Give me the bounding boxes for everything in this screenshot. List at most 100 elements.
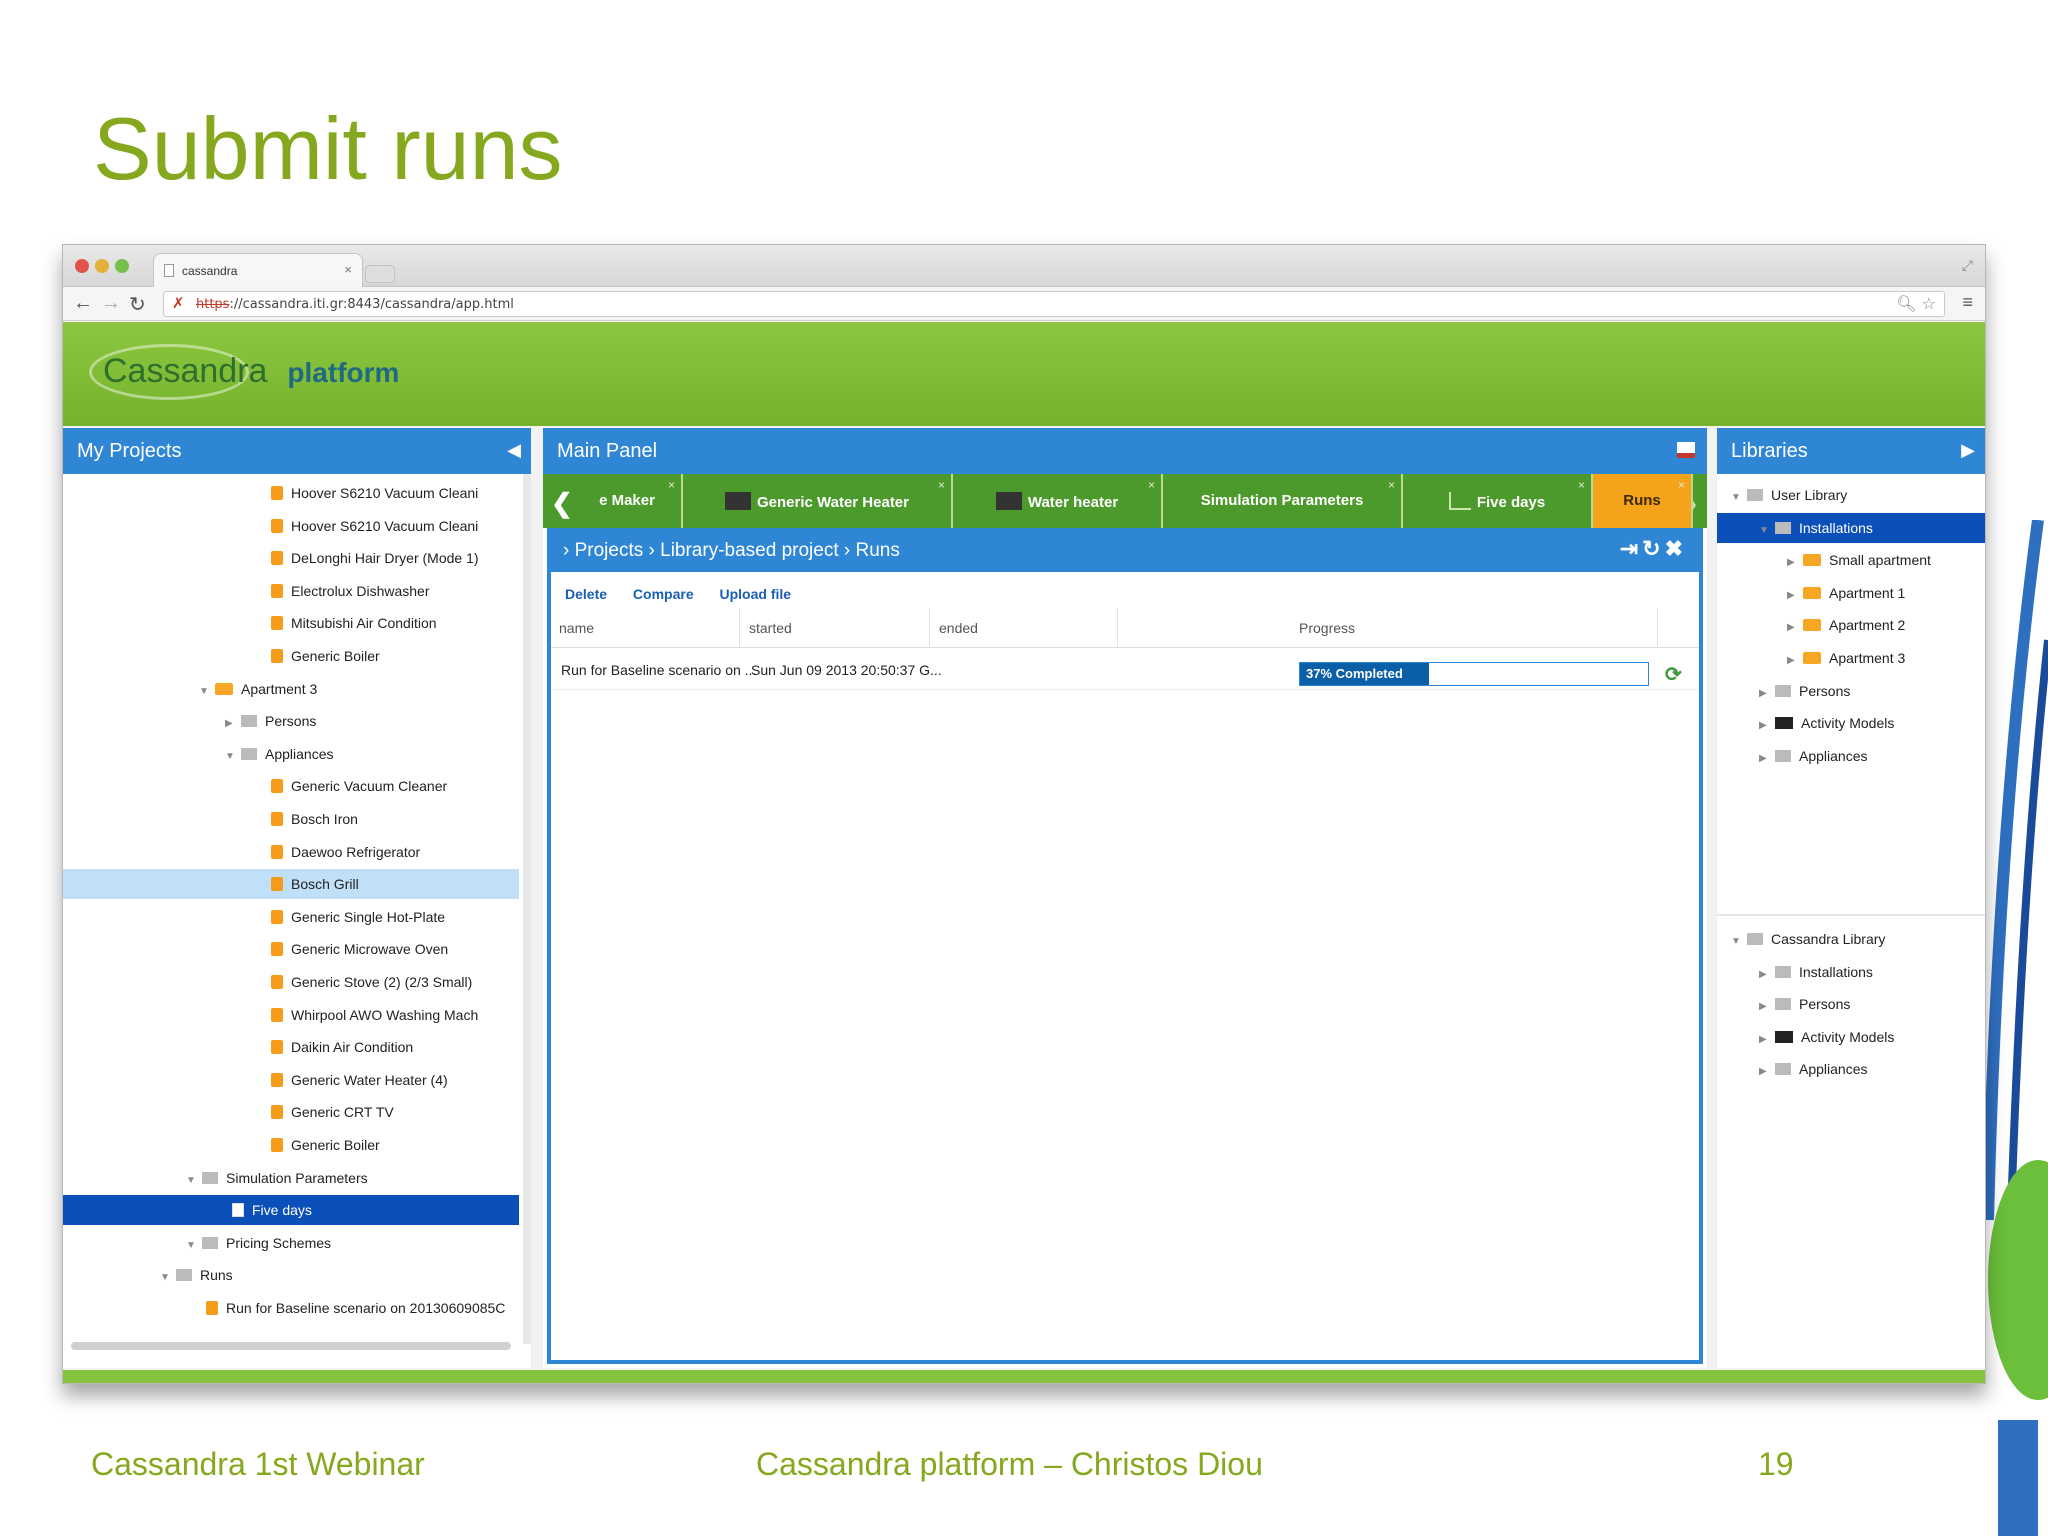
flag-icon[interactable] <box>1677 442 1695 458</box>
tree-item[interactable]: Generic Boiler <box>63 1130 519 1160</box>
column-header-progress[interactable]: Progress <box>1299 620 1355 636</box>
new-tab-button[interactable] <box>365 265 395 283</box>
close-tab-icon[interactable]: × <box>1578 478 1585 492</box>
column-header-ended[interactable]: ended <box>939 620 978 636</box>
tree-item[interactable]: ▼ Simulation Parameters <box>63 1163 519 1193</box>
reload-icon[interactable]: ↻ <box>129 292 146 317</box>
main-tab[interactable]: Water heater × <box>953 474 1163 528</box>
expanded-arrow-icon[interactable]: ▼ <box>186 1240 202 1251</box>
back-icon[interactable]: ← <box>73 292 93 315</box>
collapsed-arrow-icon[interactable]: ▶ <box>225 718 241 729</box>
compare-button[interactable]: Compare <box>633 586 694 602</box>
tree-item[interactable]: DeLonghi Hair Dryer (Mode 1) <box>63 543 519 573</box>
library-item[interactable]: ▶ Persons <box>1717 676 1985 706</box>
tree-item[interactable]: Generic Stove (2) (2/3 Small) <box>63 967 519 997</box>
expanded-arrow-icon[interactable]: ▼ <box>1759 525 1775 536</box>
minimize-window-button[interactable] <box>95 259 109 273</box>
forward-icon[interactable]: → <box>101 292 121 315</box>
main-tab[interactable]: Simulation Parameters × <box>1163 474 1403 528</box>
collapse-right-icon[interactable]: ▶ <box>1961 440 1975 461</box>
tree-item[interactable]: Generic Vacuum Cleaner <box>63 771 519 801</box>
tree-item[interactable]: Whirpool AWO Washing Mach <box>63 1000 519 1030</box>
tree-item[interactable]: Mitsubishi Air Condition <box>63 608 519 638</box>
collapsed-arrow-icon[interactable]: ▶ <box>1759 969 1775 980</box>
column-header-started[interactable]: started <box>749 620 792 636</box>
collapsed-arrow-icon[interactable]: ▶ <box>1787 590 1803 601</box>
tabs-scroll-left-icon[interactable]: ❮ <box>551 488 573 519</box>
collapsed-arrow-icon[interactable]: ▶ <box>1759 720 1775 731</box>
close-tab-icon[interactable]: × <box>938 478 945 492</box>
library-item[interactable]: ▶ Activity Models <box>1717 708 1985 738</box>
tree-item[interactable]: ▼ Appliances <box>63 739 519 769</box>
library-item[interactable]: ▶ Apartment 1 <box>1717 578 1985 608</box>
table-row[interactable]: Run for Baseline scenario on ... Sun Jun… <box>551 650 1699 690</box>
close-panel-icon[interactable]: ✖ <box>1665 536 1687 561</box>
column-header-name[interactable]: name <box>559 620 594 636</box>
upload-file-button[interactable]: Upload file <box>720 586 792 602</box>
refresh-run-icon[interactable]: ⟳ <box>1665 662 1682 687</box>
tree-item[interactable]: Generic Microwave Oven <box>63 934 519 964</box>
tree-item[interactable]: Generic CRT TV <box>63 1097 519 1127</box>
main-tab[interactable]: Runs × <box>1593 474 1693 528</box>
collapsed-arrow-icon[interactable]: ▶ <box>1759 1001 1775 1012</box>
library-item[interactable]: ▶ Appliances <box>1717 741 1985 771</box>
expanded-arrow-icon[interactable]: ▼ <box>225 751 241 762</box>
main-tab[interactable]: Five days × <box>1403 474 1593 528</box>
maximize-window-button[interactable] <box>115 259 129 273</box>
tree-item[interactable]: Hoover S6210 Vacuum Cleani <box>63 511 519 541</box>
delete-button[interactable]: Delete <box>565 586 607 602</box>
tree-item[interactable]: Bosch Grill <box>63 869 519 900</box>
browser-tab[interactable]: cassandra × <box>153 253 363 287</box>
library-item[interactable]: ▶ Appliances <box>1717 1054 1985 1084</box>
expanded-arrow-icon[interactable]: ▼ <box>1731 936 1747 947</box>
pin-icon[interactable]: ⇥ <box>1620 536 1642 561</box>
close-tab-icon[interactable]: × <box>1388 478 1395 492</box>
browser-menu-icon[interactable]: ≡ <box>1962 292 1973 313</box>
expanded-arrow-icon[interactable]: ▼ <box>1731 492 1747 503</box>
library-item[interactable]: ▼ Cassandra Library <box>1717 924 1985 954</box>
expanded-arrow-icon[interactable]: ▼ <box>186 1175 202 1186</box>
collapsed-arrow-icon[interactable]: ▶ <box>1759 753 1775 764</box>
tree-item[interactable]: Electrolux Dishwasher <box>63 576 519 606</box>
collapsed-arrow-icon[interactable]: ▶ <box>1787 557 1803 568</box>
close-tab-icon[interactable]: × <box>344 262 352 277</box>
library-item[interactable]: ▶ Activity Models <box>1717 1022 1985 1052</box>
tree-item[interactable]: Daikin Air Condition <box>63 1032 519 1062</box>
collapsed-arrow-icon[interactable]: ▶ <box>1759 1034 1775 1045</box>
tree-horizontal-scrollbar[interactable] <box>71 1342 511 1350</box>
library-item[interactable]: ▼ User Library <box>1717 480 1985 510</box>
bookmark-star-icon[interactable]: 🔍︎ ☆ <box>1896 294 1936 313</box>
collapsed-arrow-icon[interactable]: ▶ <box>1759 688 1775 699</box>
tree-item[interactable]: Daewoo Refrigerator <box>63 837 519 867</box>
address-bar[interactable]: ✗ https://cassandra.iti.gr:8443/cassandr… <box>163 291 1945 317</box>
library-item[interactable]: ▶ Small apartment <box>1717 545 1985 575</box>
library-item[interactable]: ▼ Installations <box>1717 512 1985 543</box>
close-tab-icon[interactable]: × <box>668 478 675 492</box>
tree-item[interactable]: ▼ Apartment 3 <box>63 674 519 704</box>
collapsed-arrow-icon[interactable]: ▶ <box>1787 622 1803 633</box>
tree-item[interactable]: ▼ Pricing Schemes <box>63 1228 519 1258</box>
close-tab-icon[interactable]: × <box>1148 478 1155 492</box>
expanded-arrow-icon[interactable]: ▼ <box>160 1272 176 1283</box>
tree-item[interactable]: Run for Baseline scenario on 20130609085… <box>63 1293 519 1323</box>
fullscreen-icon[interactable]: ⤢ <box>1962 257 1973 274</box>
tree-item[interactable]: Bosch Iron <box>63 804 519 834</box>
refresh-panel-icon[interactable]: ↻ <box>1642 536 1664 561</box>
tree-item[interactable]: Generic Water Heater (4) <box>63 1065 519 1095</box>
collapsed-arrow-icon[interactable]: ▶ <box>1787 655 1803 666</box>
library-item[interactable]: ▶ Apartment 2 <box>1717 610 1985 640</box>
tree-item[interactable]: Generic Boiler <box>63 641 519 671</box>
tree-item[interactable]: Hoover S6210 Vacuum Cleani <box>63 478 519 508</box>
tree-item[interactable]: Generic Single Hot-Plate <box>63 902 519 932</box>
tree-item[interactable]: ▼ Runs <box>63 1260 519 1290</box>
close-tab-icon[interactable]: × <box>1678 478 1685 492</box>
expanded-arrow-icon[interactable]: ▼ <box>199 686 215 697</box>
main-tab[interactable]: e Maker × <box>573 474 683 528</box>
library-item[interactable]: ▶ Installations <box>1717 957 1985 987</box>
tree-vertical-scrollbar[interactable] <box>523 474 531 1344</box>
tree-item[interactable]: Five days <box>63 1195 519 1226</box>
main-tab[interactable]: Generic Water Heater × <box>683 474 953 528</box>
collapse-left-icon[interactable]: ◀ <box>507 440 521 461</box>
library-item[interactable]: ▶ Apartment 3 <box>1717 643 1985 673</box>
library-item[interactable]: ▶ Persons <box>1717 989 1985 1019</box>
